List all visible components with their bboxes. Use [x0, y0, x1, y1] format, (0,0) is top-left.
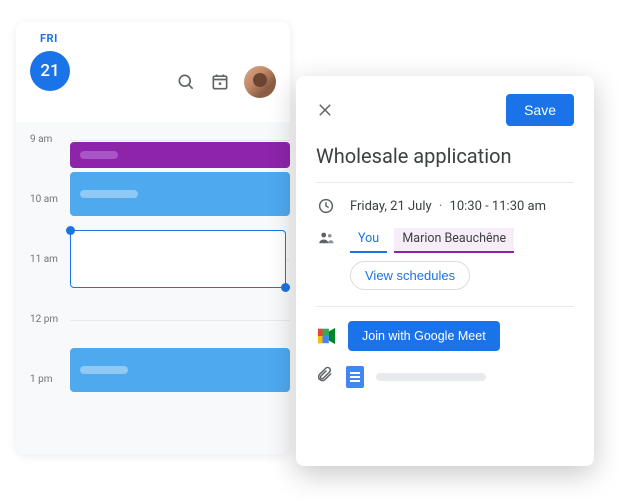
save-button[interactable]: Save	[506, 94, 574, 126]
day-of-week-label: FRI	[40, 32, 276, 45]
guest-chip-you[interactable]: You	[350, 228, 387, 253]
people-icon	[316, 229, 336, 247]
hour-label: 10 am	[30, 194, 58, 205]
attachment-title-placeholder	[376, 373, 486, 381]
event-time-row[interactable]: Friday, 21 July · 10:30 - 11:30 am	[316, 197, 574, 215]
calendar-day-panel: FRI 21 9 am 10 am	[16, 22, 290, 454]
grid-line	[70, 320, 290, 321]
hour-label: 11 am	[30, 254, 58, 265]
day-number-badge[interactable]: 21	[30, 51, 70, 91]
event-guests-row[interactable]: You Marion Beauchêne	[316, 229, 574, 247]
google-meet-row: Join with Google Meet	[316, 321, 574, 351]
calendar-hour-grid[interactable]: 9 am 10 am 11 am 12 pm 1 pm	[16, 122, 290, 452]
view-schedules-button[interactable]: View schedules	[350, 261, 470, 290]
popover-header: Save	[316, 94, 574, 126]
guest-chip-marion[interactable]: Marion Beauchêne	[394, 228, 514, 253]
hour-label: 12 pm	[30, 314, 58, 325]
event-title-placeholder	[80, 151, 118, 159]
divider	[316, 182, 574, 183]
google-doc-icon[interactable]	[346, 366, 364, 388]
event-time-range: 10:30 - 11:30 am	[450, 199, 546, 214]
search-icon[interactable]	[176, 72, 196, 92]
paperclip-icon	[316, 365, 334, 389]
event-time-text: Friday, 21 July · 10:30 - 11:30 am	[350, 199, 546, 214]
hour-label: 9 am	[30, 134, 52, 145]
clock-icon	[316, 197, 336, 215]
event-title-placeholder	[80, 190, 138, 198]
calendar-event-blue[interactable]	[70, 348, 290, 392]
resize-handle-bottom[interactable]	[281, 283, 290, 292]
hour-label: 1 pm	[30, 374, 53, 385]
calendar-event-purple[interactable]	[70, 142, 290, 168]
close-icon[interactable]	[316, 101, 334, 119]
calendar-header: FRI 21	[16, 22, 290, 122]
event-title-input[interactable]: Wholesale application	[316, 144, 574, 168]
join-google-meet-button[interactable]: Join with Google Meet	[348, 321, 500, 351]
grid-line	[70, 140, 290, 141]
event-title-placeholder	[80, 366, 128, 374]
calendar-toolbar	[176, 66, 276, 98]
calendar-event-blue[interactable]	[70, 172, 290, 216]
separator: ·	[439, 199, 442, 214]
calendar-event-being-created[interactable]	[70, 230, 286, 288]
guest-chips: You Marion Beauchêne	[350, 231, 518, 246]
resize-handle-top[interactable]	[66, 226, 75, 235]
attachment-row[interactable]	[316, 365, 574, 389]
avatar[interactable]	[244, 66, 276, 98]
event-details-popover: Save Wholesale application Friday, 21 Ju…	[296, 76, 594, 466]
google-meet-icon	[316, 327, 338, 345]
today-calendar-icon[interactable]	[210, 72, 230, 92]
event-date: Friday, 21 July	[350, 199, 432, 214]
divider	[316, 306, 574, 307]
